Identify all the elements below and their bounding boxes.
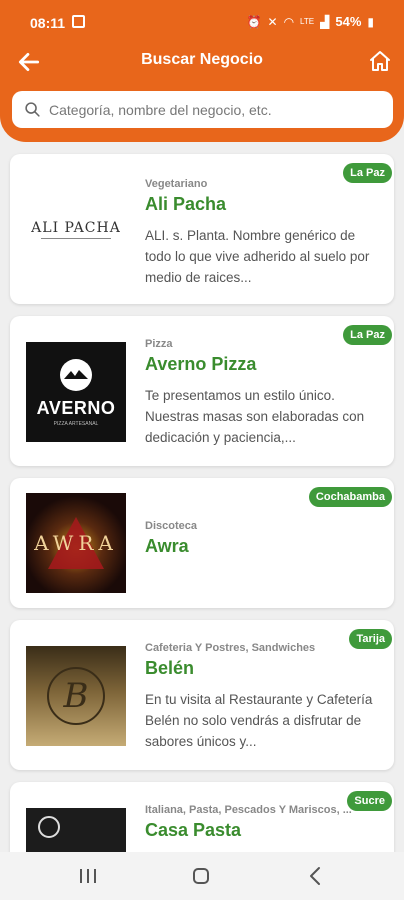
mountain-emblem-icon	[60, 358, 92, 391]
recent-apps-icon[interactable]	[80, 869, 96, 883]
casa-pasta-logo	[26, 808, 126, 852]
business-card[interactable]: Tarija B Cafeteria Y Postres, Sandwiches…	[10, 620, 394, 770]
signal-icon: ▟	[320, 14, 330, 29]
logo-underline	[41, 237, 111, 239]
business-category: Discoteca	[145, 520, 197, 532]
monogram-frame: B	[47, 667, 105, 725]
logo-text: B	[63, 676, 89, 716]
status-bar: 08:11 ⏰ ✕ ◠ LTE ▟ 54% ▮	[0, 0, 404, 44]
business-category: Pizza	[145, 338, 173, 350]
business-category: Italiana, Pasta, Pescados Y Mariscos, ..…	[145, 804, 352, 816]
business-name: Casa Pasta	[145, 820, 242, 840]
business-name: Averno Pizza	[145, 354, 257, 374]
app-header: 08:11 ⏰ ✕ ◠ LTE ▟ 54% ▮ Buscar Negocio	[0, 0, 404, 142]
home-icon[interactable]	[368, 49, 392, 73]
gallery-notification-icon	[72, 15, 85, 28]
alarm-icon: ⏰	[246, 14, 262, 29]
logo-subtext: PIZZA ARTESANAL	[53, 420, 99, 427]
business-card[interactable]: La Paz AVERNO PIZZA ARTESANAL Pizza Aver…	[10, 316, 394, 466]
network-label: LTE	[300, 17, 315, 26]
business-description: Te presentamos un estilo único. Nuestras…	[145, 388, 365, 445]
logo-emblem	[38, 816, 60, 838]
search-input[interactable]	[49, 101, 369, 118]
ali-pacha-logo: ALI PACHA	[26, 179, 126, 279]
business-category: Vegetariano	[145, 178, 208, 190]
business-card[interactable]: La Paz ALI PACHA Vegetariano Ali Pacha A…	[10, 154, 394, 304]
business-name: Belén	[145, 658, 195, 678]
business-name: Awra	[145, 536, 189, 556]
logo-text: AVERNO	[36, 397, 116, 418]
home-nav-icon[interactable]	[193, 868, 209, 884]
status-icons: ⏰ ✕ ◠ LTE ▟ 54% ▮	[247, 14, 374, 29]
search-bar[interactable]	[12, 91, 393, 128]
logo-text: AWRA	[34, 531, 118, 555]
business-description: ALI. s. Planta. Nombre genérico de todo …	[145, 228, 370, 285]
system-nav-bar	[0, 852, 404, 900]
awra-logo: AWRA	[26, 493, 126, 593]
business-name: Ali Pacha	[145, 194, 227, 214]
business-list[interactable]: La Paz ALI PACHA Vegetariano Ali Pacha A…	[0, 148, 404, 852]
page-title: Buscar Negocio	[141, 51, 263, 68]
business-description: En tu visita al Restaurante y Cafetería …	[145, 692, 373, 749]
battery-level: 54%	[335, 14, 362, 29]
business-card[interactable]: Sucre Italiana, Pasta, Pescados Y Marisc…	[10, 782, 394, 852]
business-category: Cafeteria Y Postres, Sandwiches	[145, 642, 316, 654]
location-badge: Cochabamba	[308, 487, 392, 507]
battery-icon: ▮	[367, 14, 374, 29]
status-time: 08:11	[30, 15, 66, 31]
mute-icon: ✕	[267, 14, 278, 29]
averno-logo: AVERNO PIZZA ARTESANAL	[26, 342, 126, 442]
business-card[interactable]: Cochabamba AWRA Discoteca Awra	[10, 478, 394, 608]
wifi-icon: ◠	[283, 14, 295, 29]
belen-logo: B	[26, 646, 126, 746]
back-nav-icon[interactable]	[308, 866, 322, 886]
search-icon	[25, 102, 40, 117]
logo-text: ALI PACHA	[31, 219, 121, 236]
